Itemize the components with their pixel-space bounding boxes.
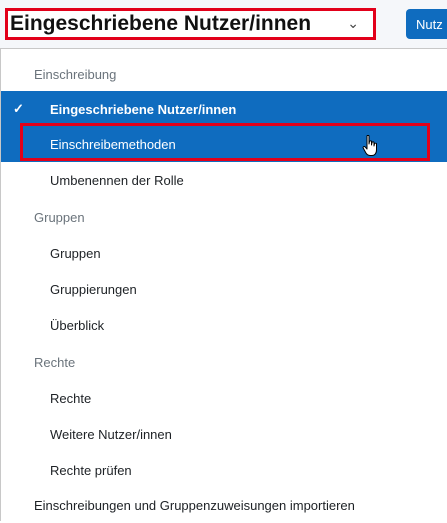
chevron-down-icon: ⌄ [347, 15, 359, 31]
menu-item-label: Umbenennen der Rolle [50, 172, 184, 188]
menu-item-import-enrolments[interactable]: Einschreibungen und Gruppenzuweisungen i… [1, 487, 447, 523]
menu-item-label: Überblick [50, 317, 105, 333]
page-select-value: Eingeschriebene Nutzer/innen [10, 12, 312, 35]
dropdown-menu: Einschreibung ✓ Eingeschriebene Nutzer/i… [0, 48, 447, 521]
menu-item-label: Gruppen [50, 245, 101, 261]
menu-item-enrolment-methods[interactable]: Einschreibemethoden [1, 126, 447, 162]
group-label-einschreibung: Einschreibung [34, 66, 117, 82]
menu-item-groups[interactable]: Gruppen [1, 235, 447, 271]
page-select-dropdown[interactable]: Eingeschriebene Nutzer/innen ⌄ [5, 8, 376, 40]
menu-item-permissions[interactable]: Rechte [1, 380, 447, 416]
header-bar: Eingeschriebene Nutzer/innen ⌄ Nutz [0, 0, 447, 48]
menu-item-label: Einschreibemethoden [50, 136, 176, 152]
menu-item-rename-role[interactable]: Umbenennen der Rolle [1, 162, 447, 198]
enrol-users-button[interactable]: Nutz [406, 9, 447, 39]
menu-item-label: Einschreibungen und Gruppenzuweisungen i… [34, 497, 355, 513]
menu-item-label: Eingeschriebene Nutzer/innen [50, 101, 237, 117]
hand-cursor-icon [362, 135, 377, 156]
group-label-gruppen: Gruppen [34, 209, 85, 225]
enrol-users-button-label: Nutz [416, 16, 443, 32]
menu-item-label: Gruppierungen [50, 281, 137, 297]
check-icon: ✓ [13, 101, 24, 116]
menu-item-groupings[interactable]: Gruppierungen [1, 271, 447, 307]
menu-item-label: Rechte prüfen [50, 462, 132, 478]
group-label-rechte: Rechte [34, 354, 76, 370]
menu-item-overview[interactable]: Überblick [1, 307, 447, 343]
menu-item-enrolled-users[interactable]: ✓ Eingeschriebene Nutzer/innen [1, 91, 447, 127]
menu-item-check-permissions[interactable]: Rechte prüfen [1, 452, 447, 488]
menu-item-other-users[interactable]: Weitere Nutzer/innen [1, 416, 447, 452]
menu-item-label: Rechte [50, 390, 92, 406]
menu-item-label: Weitere Nutzer/innen [50, 426, 172, 442]
